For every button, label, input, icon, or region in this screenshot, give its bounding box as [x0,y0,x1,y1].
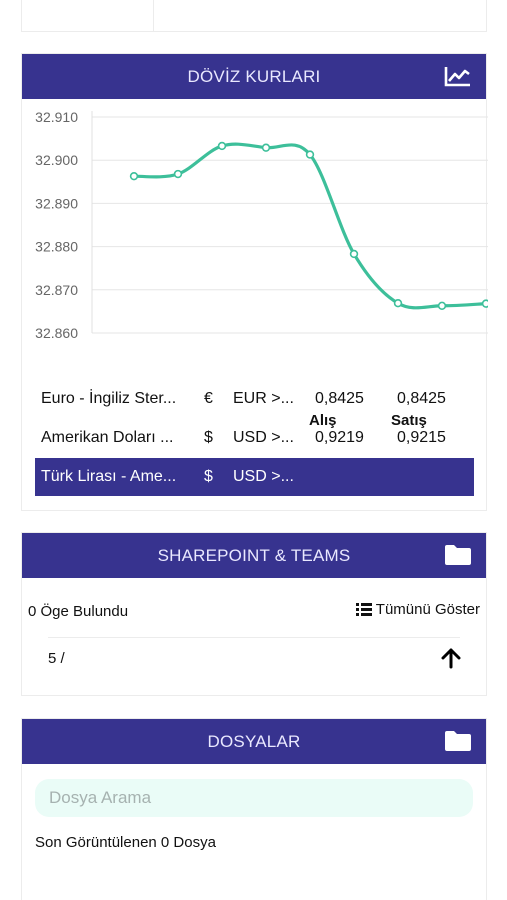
y-tick-label: 32.910 [35,109,78,125]
currency-symbol: $ [204,468,213,485]
divider [48,637,460,638]
currency-symbol: € [204,390,213,407]
list-icon [355,603,372,616]
data-point [305,150,315,159]
column-divider [153,0,154,32]
currency-pair-name: Euro - İngiliz Ster... [41,390,177,407]
y-tick-label: 32.880 [35,239,78,255]
currency-symbol: $ [204,429,213,446]
currency-code: USD >... [233,468,294,485]
y-tick-label: 32.860 [35,325,78,341]
sharepoint-teams-card: SHAREPOINT & TEAMS 0 Öge Bulundu Tümünü … [21,532,487,696]
currency-code: EUR >... [233,390,294,407]
page-indicator: 5 / [48,650,65,667]
data-point [393,298,403,308]
data-point [349,249,359,259]
currency-card-header: DÖVİZ KURLARI [22,54,486,99]
sharepoint-card-header: SHAREPOINT & TEAMS [22,533,486,578]
data-point [217,141,227,151]
currency-row-selected[interactable]: Türk Lirası - Ame... $ USD >... [35,458,474,496]
currency-row[interactable]: Amerikan Doları ... $ USD >... 0,9219 0,… [35,419,474,457]
chart-line-icon[interactable] [444,65,472,87]
sell-rate: 0,8425 [397,390,446,407]
y-tick-label: 32.870 [35,282,78,298]
buy-rate: 0,8425 [315,390,364,407]
currency-pair-name: Türk Lirası - Ame... [41,468,177,485]
folder-icon[interactable] [444,544,472,566]
file-search-input[interactable] [35,779,473,817]
data-point [173,169,183,179]
data-point [481,299,488,308]
previous-card-remnant [21,0,487,32]
series-line [133,142,487,310]
files-card: DOSYALAR Son Görüntülenen 0 Dosya [21,718,487,900]
data-point [261,143,271,152]
currency-rates-card: DÖVİZ KURLARI 32.910 32.900 32.890 32.880 32… [21,53,488,511]
folder-icon[interactable] [444,730,472,752]
arrow-up-icon[interactable] [440,647,462,669]
currency-line-chart: 32.910 32.900 32.890 32.880 32.870 32.860 [35,109,488,341]
currency-pair-name: Amerikan Doları ... [41,429,174,446]
files-card-header: DOSYALAR [22,719,486,764]
show-all-link[interactable]: Tümünü Göster [355,601,480,618]
data-point [129,171,139,181]
currency-row[interactable]: Euro - İngiliz Ster... € EUR >... 0,8425… [35,380,474,418]
currency-code: USD >... [233,429,294,446]
y-tick-label: 32.900 [35,152,78,168]
files-card-title: DOSYALAR [207,732,301,751]
items-found-count: 0 Öge Bulundu [28,603,129,620]
buy-rate: 0,9219 [315,429,364,446]
y-tick-label: 32.890 [35,195,78,211]
recent-files-text: Son Görüntülenen 0 Dosya [35,834,216,851]
data-point [437,301,447,310]
sharepoint-card-title: SHAREPOINT & TEAMS [157,546,351,565]
currency-card-title: DÖVİZ KURLARI [187,67,321,86]
sell-rate: 0,9215 [397,429,446,446]
show-all-label: Tümünü Göster [375,601,480,618]
